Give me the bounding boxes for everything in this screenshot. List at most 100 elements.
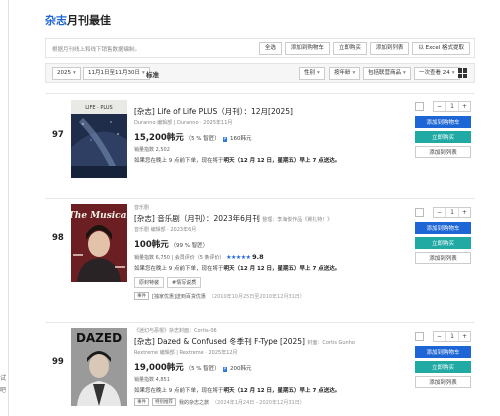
date-range-select[interactable]: 11月1日至11月30日 ▾ [83,67,150,80]
item-meta: 音乐剧 编辑部 · 2023年6月 [134,227,197,233]
magazine-cover-image[interactable]: The Musical [71,204,127,282]
magazine-cover-image[interactable]: DAZED [71,328,127,406]
buy-now-button[interactable]: 立即购买 [415,131,471,143]
chevron-down-icon: ▾ [352,70,356,76]
grid-view-icon[interactable] [458,68,468,78]
item-actions: − 1 + 添加到购物车 立即购买 添加到列表 [415,206,471,267]
item-points: 200韩元 [230,366,252,372]
shipping-info: 如果您在晚上 9 点前下单，现在将于明天（12 月 12 日，星期五）早上 7 … [134,386,384,394]
decrease-button[interactable]: − [434,102,445,111]
decrease-button[interactable]: − [434,332,445,341]
add-to-list-button[interactable]: 添加到列表 [415,146,471,158]
quantity-value[interactable]: 1 [445,207,459,217]
magazine-cover-image[interactable]: LIFE · PLUS [71,100,127,178]
price-line: 19,000韩元 （5 % 智匠） P 200韩元 [134,361,384,373]
event-line: 事件 [独家优惠]送到百货优惠 （2010年10月25日至2010年12月31日… [134,292,384,300]
item-discount: （5 % 智匠） [185,136,220,142]
star-rating-icon: ★★★★★ [226,254,251,261]
item-title[interactable]: [杂志] 音乐剧（月刊）：2023年6月刊 整理：李海俊作品《冀扎特！》 [134,213,384,224]
increase-button[interactable]: + [459,102,470,111]
add-to-list-button[interactable]: 添加到列表 [415,376,471,388]
points-icon: P [222,367,228,372]
item-price: 15,200韩元 [134,133,184,143]
chevron-down-icon: ▾ [142,70,145,76]
standard-label: 标准 [146,71,159,79]
event-text[interactable]: [独家优惠]送到百货优惠 [152,293,206,300]
shipping-pre: 如果您在晚上 9 点前下单，现在将于 [134,388,224,394]
increase-button[interactable]: + [459,332,470,341]
buy-now-button[interactable]: 立即购买 [415,237,471,249]
age-select[interactable]: 按年龄 ▾ [329,67,361,80]
add-to-cart-button[interactable]: 添加到购物车 [415,346,471,358]
item-title[interactable]: [杂志] Dazed & Confused 冬季刊 F-Type [2025] … [134,336,384,347]
item-title-text: Dazed & Confused 冬季刊 F-Type [2025] [157,337,305,346]
shipping-info: 如果您在晚上 9 点前下单，现在将于明天（12 月 12 日，星期五）早上 7 … [134,156,384,164]
rating-value: 9.8 [252,253,264,261]
list-item: 97 LIFE · PLUS [杂志] Life of Life PLUS（月刊… [45,93,475,196]
add-to-cart-all-button[interactable]: 添加到购物车 [284,42,330,55]
item-category: 音乐剧 [134,205,150,211]
increase-button[interactable]: + [459,208,470,217]
chevron-down-icon: ▾ [317,70,320,76]
item-checkbox[interactable] [415,331,424,341]
chevron-down-icon: ▾ [403,70,406,76]
page-title: 杂志月刊最佳 [45,12,111,28]
quantity-value[interactable]: 1 [445,101,459,111]
item-title[interactable]: [杂志] Life of Life PLUS（月刊）：12月[2025] [134,106,384,117]
include-affiliate-select[interactable]: 包括联营商品 ▾ [363,67,411,80]
item-tag: [杂志] [134,337,155,346]
quantity-stepper[interactable]: − 1 + [433,100,471,112]
item-tag: [杂志] [134,214,155,223]
item-checkbox[interactable] [415,101,424,111]
cover-title-text: The Musical [71,211,127,221]
event-line: 事件 特别推荐 我的杂志之旅 （2024年1月24日 - 2020年12月31日… [134,398,384,406]
left-edge-text-2: 吧 [0,387,7,394]
shipping-date: 明天（12 月 12 日，星期五）早上 7 点送达。 [223,158,341,164]
item-actions: − 1 + 添加到购物车 立即购买 添加到列表 [415,330,471,391]
action-toolbar: 根据月刊线上和线下销售数据编制。 全选 添加到购物车 立即购买 添加到列表 以 … [45,38,475,58]
select-all-button[interactable]: 全选 [258,42,282,55]
svg-text:LIFE · PLUS: LIFE · PLUS [85,105,112,111]
export-excel-button[interactable]: 以 Excel 格式提取 [412,42,470,55]
buy-now-all-button[interactable]: 立即购买 [332,42,367,55]
price-line: 15,200韩元 （5 % 智匠） P 160韩元 [134,131,384,143]
quantity-stepper[interactable]: − 1 + [433,330,471,342]
item-tag: [杂志] [134,107,155,116]
add-to-cart-button[interactable]: 添加到购物车 [415,116,471,128]
item-price: 19,000韩元 [134,363,184,373]
decrease-button[interactable]: − [434,208,445,217]
add-to-list-all-button[interactable]: 添加到列表 [369,42,410,55]
affiliate-value: 包括联营商品 [368,70,402,76]
item-points: 160韩元 [230,136,252,142]
gender-select[interactable]: 性别 ▾ [299,67,325,80]
event-date: （2024年1月24日 - 2020年12月31日） [212,399,305,406]
tag-chip[interactable]: #情写说质 [167,277,202,288]
left-edge: 试 吧 [0,0,14,416]
tag-chip[interactable]: 原封特装 [134,277,165,288]
sales-index: 销量指数 2,502 [134,147,170,153]
chevron-down-icon: ▾ [451,70,455,76]
date-range-value: 11月1日至11月30日 [88,70,140,76]
shipping-pre: 如果您在晚上 9 点前下单，现在将于 [134,158,224,164]
price-line: 100韩元 （99 % 智匠） [134,238,384,250]
list-item: 98 The Musical 音乐剧 [杂志] 音乐剧（月刊）：2023年6月刊… [45,198,475,312]
year-value: 2025 [57,70,71,76]
tag-list: 原封特装 #情写说质 [134,277,384,288]
add-to-list-button[interactable]: 添加到列表 [415,252,471,264]
quantity-value[interactable]: 1 [445,331,459,341]
quantity-stepper[interactable]: − 1 + [433,206,471,218]
year-select[interactable]: 2025 ▾ [52,67,81,80]
special-badge: 特别推荐 [152,398,176,406]
sales-and-reviews: 销量指数 6,750 | 会员评价（5 条评价） ★★★★★ 9.8 [134,253,384,261]
buy-now-button[interactable]: 立即购买 [415,361,471,373]
item-checkbox[interactable] [415,207,424,217]
add-to-cart-button[interactable]: 添加到购物车 [415,222,471,234]
age-value: 按年龄 [334,70,351,76]
filter-bar: 2025 ▾ 11月1日至11月30日 ▾ 标准 性别 ▾ 按年龄 ▾ 包括联营商品 ▾ … [45,63,475,83]
page-title-accent: 杂志 [45,14,67,27]
rank-number: 99 [52,357,64,367]
shipping-pre: 如果您在晚上 9 点前下单，现在将于 [134,266,224,272]
event-text[interactable]: 我的杂志之旅 [179,399,209,406]
per-page-select[interactable]: 一次查看 24 ▾ [414,67,460,80]
shipping-info: 如果您在晚上 9 点前下单，现在将于明天（12 月 12 日，星期五）早上 7 … [134,264,384,272]
